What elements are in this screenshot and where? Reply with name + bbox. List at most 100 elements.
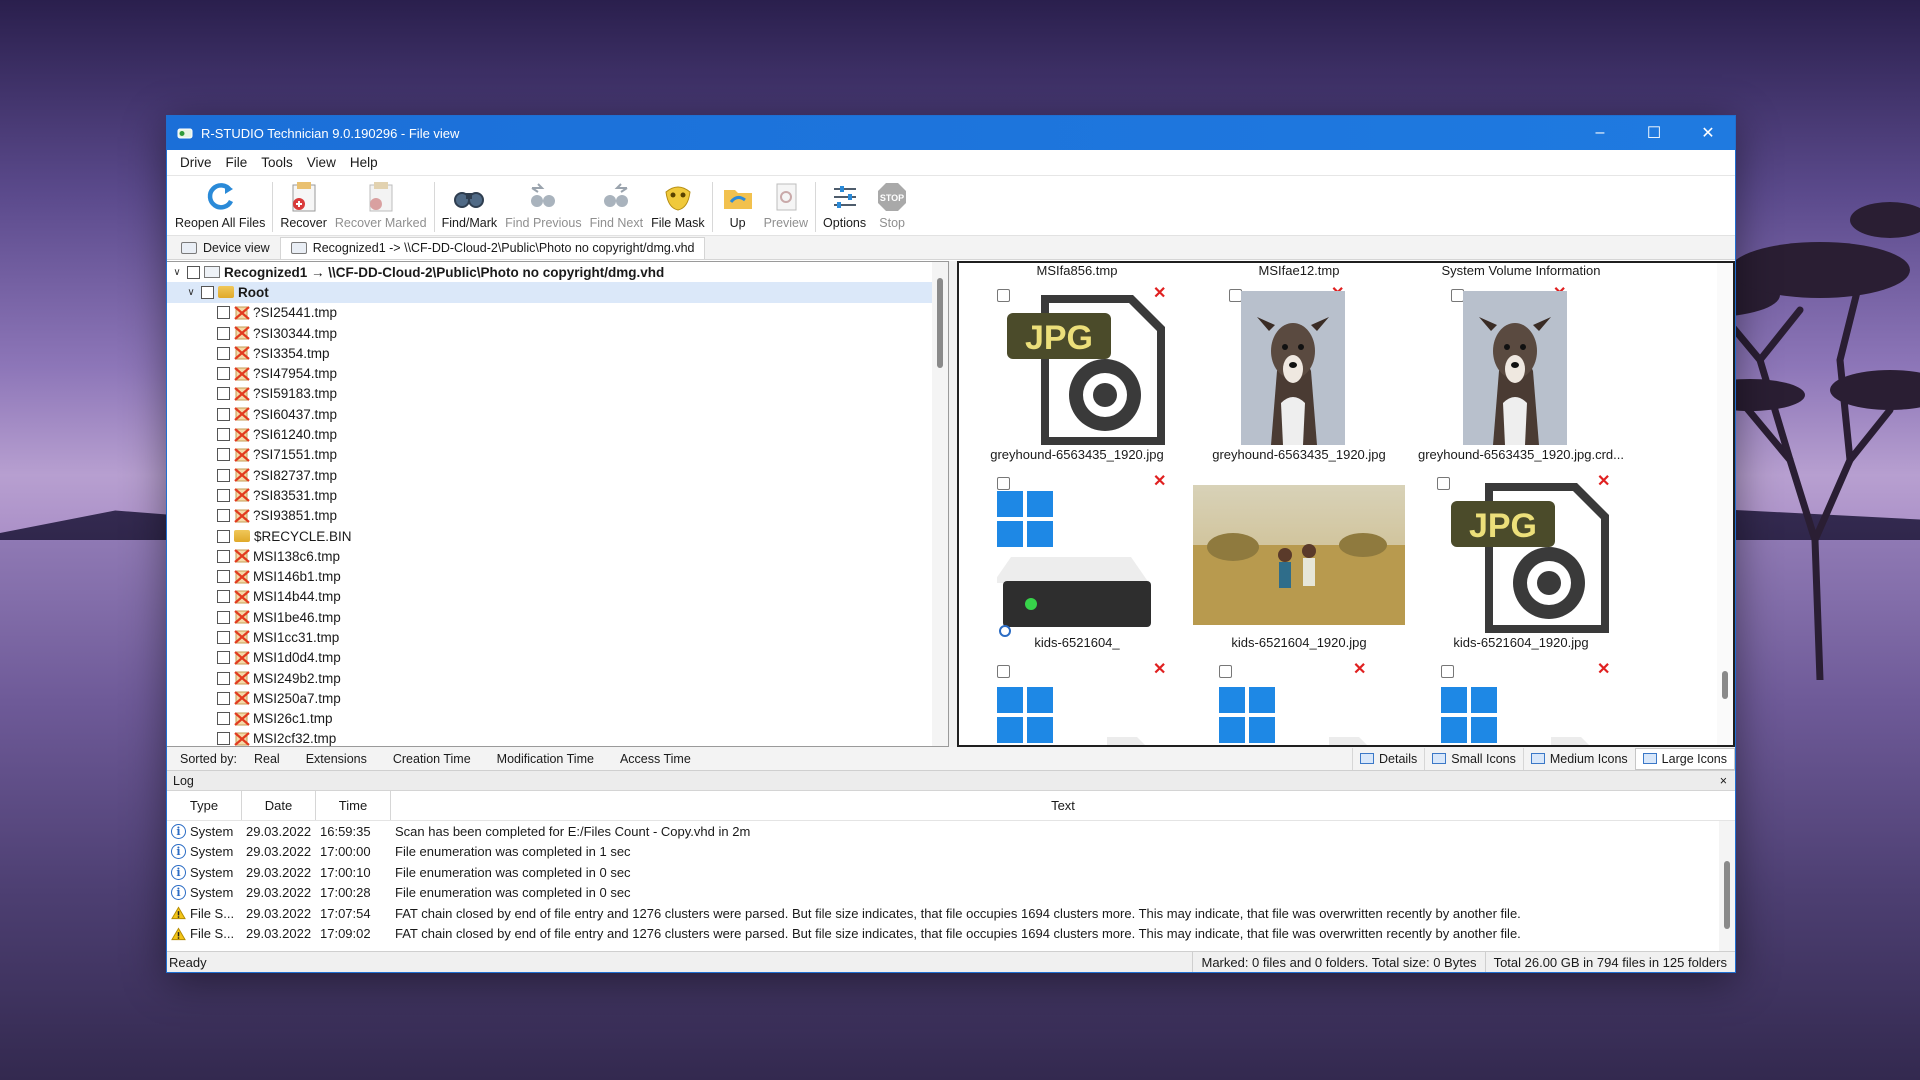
- sort-real[interactable]: Real: [241, 752, 293, 766]
- tree-checkbox[interactable]: [217, 570, 230, 584]
- file-tile[interactable]: ✕: [1193, 662, 1405, 745]
- file-mask-button[interactable]: File Mask: [647, 180, 708, 236]
- log-row[interactable]: i System 29.03.2022 17:00:00 File enumeratio…: [167, 842, 1735, 863]
- menu-file[interactable]: File: [219, 155, 255, 170]
- tree-item[interactable]: ?SI60437.tmp: [167, 404, 932, 424]
- tree-checkbox[interactable]: [217, 529, 230, 543]
- tree-checkbox[interactable]: [217, 387, 230, 401]
- view-details-button[interactable]: Details: [1352, 747, 1424, 770]
- tree-checkbox[interactable]: [217, 407, 230, 421]
- close-button[interactable]: ✕: [1681, 116, 1735, 150]
- log-scrollbar[interactable]: [1719, 821, 1735, 953]
- tree-item[interactable]: MSI2cf32.tmp: [167, 729, 932, 746]
- tree-item[interactable]: $RECYCLE.BIN: [167, 526, 932, 546]
- tree-item[interactable]: ?SI83531.tmp: [167, 485, 932, 505]
- minimize-button[interactable]: –: [1573, 116, 1627, 150]
- log-close-icon[interactable]: ×: [1720, 774, 1727, 788]
- tree-item[interactable]: ?SI71551.tmp: [167, 445, 932, 465]
- collapse-chevron-icon[interactable]: ∨: [171, 267, 183, 278]
- tree-checkbox[interactable]: [217, 448, 230, 462]
- tree-checkbox[interactable]: [217, 549, 230, 563]
- tile-checkbox[interactable]: [1219, 665, 1232, 678]
- tree-item[interactable]: MSI14b44.tmp: [167, 587, 932, 607]
- maximize-button[interactable]: ☐: [1627, 116, 1681, 150]
- tree-item[interactable]: MSI250a7.tmp: [167, 688, 932, 708]
- file-tile[interactable]: ✕ kids-6521604_: [971, 474, 1183, 651]
- tree-item[interactable]: MSI1cc31.tmp: [167, 627, 932, 647]
- tree-checkbox[interactable]: [187, 265, 200, 279]
- tree-checkbox[interactable]: [217, 630, 230, 644]
- stop-button[interactable]: STOP Stop: [870, 180, 914, 236]
- tree-checkbox[interactable]: [217, 590, 230, 604]
- tree-checkbox[interactable]: [217, 691, 230, 705]
- tree-item[interactable]: MSI146b1.tmp: [167, 566, 932, 586]
- sort-modification-time[interactable]: Modification Time: [484, 752, 607, 766]
- tree-checkbox[interactable]: [217, 610, 230, 624]
- tree-item[interactable]: ?SI47954.tmp: [167, 363, 932, 383]
- view-small-icons-button[interactable]: Small Icons: [1424, 747, 1523, 770]
- log-row[interactable]: i System 29.03.2022 17:00:28 File enumeratio…: [167, 883, 1735, 904]
- tree-checkbox[interactable]: [217, 732, 230, 746]
- tile-checkbox[interactable]: [1437, 477, 1450, 490]
- recover-button[interactable]: Recover: [276, 180, 331, 236]
- file-tile[interactable]: ✕: [971, 662, 1183, 745]
- tree-root-folder-row[interactable]: ∨ Root: [167, 282, 932, 303]
- file-tile[interactable]: ✕ greyhound-6563435_1920.jpg: [1193, 286, 1405, 463]
- log-col-type[interactable]: Type: [167, 791, 242, 820]
- log-row[interactable]: i System 29.03.2022 17:00:10 File enumeratio…: [167, 862, 1735, 883]
- reopen-all-files-button[interactable]: Reopen All Files: [171, 180, 269, 236]
- view-medium-icons-button[interactable]: Medium Icons: [1522, 747, 1635, 770]
- log-row[interactable]: File S... 29.03.2022 17:07:54 FAT chain clo…: [167, 903, 1735, 924]
- log-col-date[interactable]: Date: [242, 791, 316, 820]
- file-tile[interactable]: ✕ JPG kids-6521604_1920.jpg: [1415, 474, 1627, 651]
- tree-item[interactable]: ?SI59183.tmp: [167, 384, 932, 404]
- tree-checkbox[interactable]: [201, 285, 214, 299]
- tile-checkbox[interactable]: [1441, 665, 1454, 678]
- tree-root-row[interactable]: ∨ Recognized1 → \\CF-DD-Cloud-2\Public\P…: [167, 262, 932, 282]
- log-row[interactable]: File S... 29.03.2022 17:09:02 FAT chain clo…: [167, 924, 1735, 945]
- tree-item[interactable]: ?SI30344.tmp: [167, 323, 932, 343]
- tab-recognized1[interactable]: Recognized1 -> \\CF-DD-Cloud-2\Public\Ph…: [279, 236, 706, 259]
- tile-checkbox[interactable]: [997, 665, 1010, 678]
- find-mark-button[interactable]: Find/Mark: [438, 180, 502, 236]
- pane-splitter[interactable]: [949, 261, 957, 747]
- menu-tools[interactable]: Tools: [254, 155, 300, 170]
- options-button[interactable]: Options: [819, 180, 870, 236]
- tree-item[interactable]: ?SI82737.tmp: [167, 465, 932, 485]
- icon-view-scrollbar[interactable]: [1717, 263, 1733, 745]
- menu-view[interactable]: View: [300, 155, 343, 170]
- tree-item[interactable]: ?SI93851.tmp: [167, 506, 932, 526]
- sort-access-time[interactable]: Access Time: [607, 752, 704, 766]
- tree-checkbox[interactable]: [217, 651, 230, 665]
- tree-item[interactable]: MSI26c1.tmp: [167, 709, 932, 729]
- view-large-icons-button[interactable]: Large Icons: [1634, 747, 1735, 770]
- menu-help[interactable]: Help: [343, 155, 385, 170]
- sort-extensions[interactable]: Extensions: [293, 752, 380, 766]
- menu-drive[interactable]: Drive: [173, 155, 219, 170]
- log-col-text[interactable]: Text: [391, 791, 1735, 820]
- collapse-chevron-icon[interactable]: ∨: [185, 287, 197, 298]
- find-previous-button[interactable]: Find Previous: [501, 180, 585, 236]
- tree-item[interactable]: MSI1be46.tmp: [167, 607, 932, 627]
- find-next-button[interactable]: Find Next: [586, 180, 648, 236]
- tree-item[interactable]: ?SI3354.tmp: [167, 343, 932, 363]
- file-tile[interactable]: ✕: [1415, 662, 1627, 745]
- log-col-time[interactable]: Time: [316, 791, 391, 820]
- recover-marked-button[interactable]: Recover Marked: [331, 180, 431, 236]
- tree-item[interactable]: ?SI25441.tmp: [167, 303, 932, 323]
- tree-scrollbar[interactable]: [932, 262, 948, 746]
- file-tile[interactable]: kids-6521604_1920.jpg: [1193, 475, 1405, 651]
- tree-checkbox[interactable]: [217, 367, 230, 381]
- tree-item[interactable]: ?SI61240.tmp: [167, 424, 932, 444]
- tree-checkbox[interactable]: [217, 712, 230, 726]
- tree-checkbox[interactable]: [217, 468, 230, 482]
- tree-checkbox[interactable]: [217, 346, 230, 360]
- sort-creation-time[interactable]: Creation Time: [380, 752, 484, 766]
- up-button[interactable]: Up: [716, 180, 760, 236]
- tree-checkbox[interactable]: [217, 326, 230, 340]
- preview-button[interactable]: Preview: [760, 180, 812, 236]
- tree-checkbox[interactable]: [217, 671, 230, 685]
- tree-checkbox[interactable]: [217, 306, 230, 320]
- log-row[interactable]: i System 29.03.2022 16:59:35 Scan has been c…: [167, 821, 1735, 842]
- file-tile[interactable]: ✕ greyhound-6563435_1920.jpg.crd...: [1415, 286, 1627, 463]
